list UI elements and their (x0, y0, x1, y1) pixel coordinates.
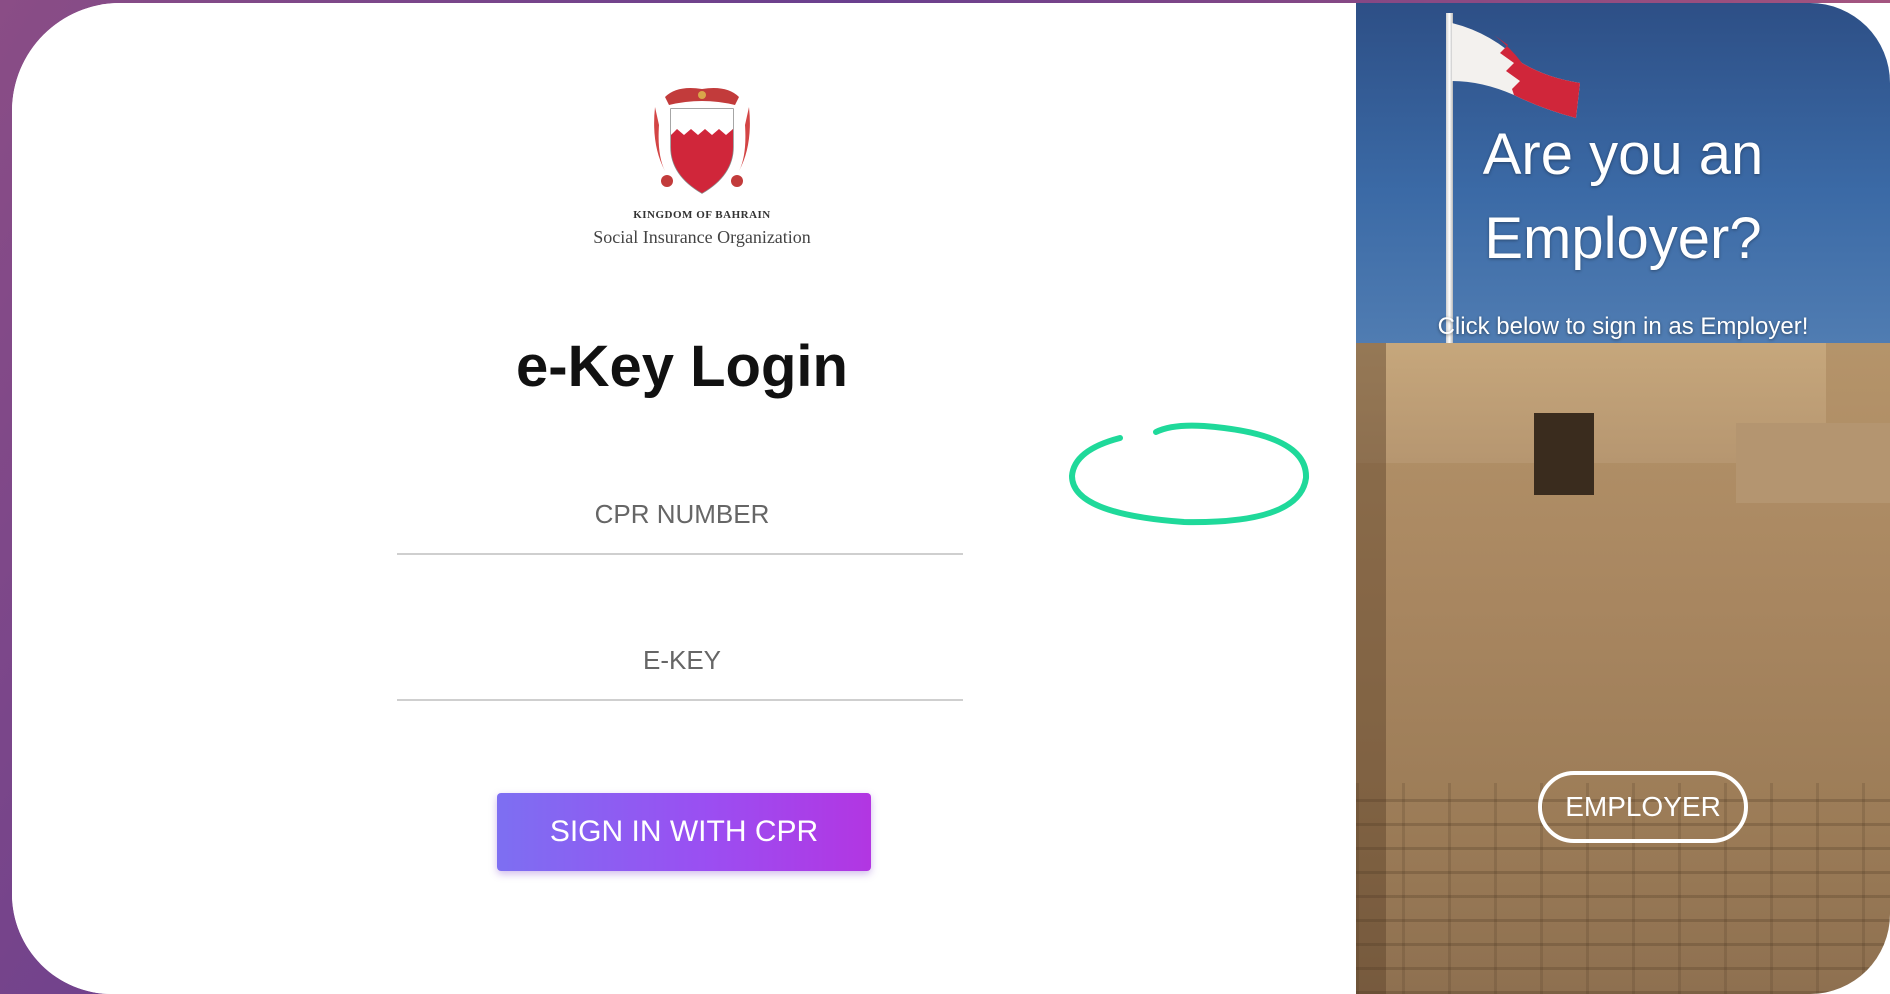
sio-logo: KINGDOM OF BAHRAIN Social Insurance Orga… (567, 85, 837, 255)
sign-in-with-cpr-button[interactable]: SIGN IN WITH CPR (497, 793, 871, 871)
logo-country-text: KINGDOM OF BAHRAIN (633, 209, 771, 221)
bahrain-emblem-icon (654, 88, 750, 194)
employer-subtitle: Click below to sign in as Employer! (1437, 313, 1809, 340)
page-title: e-Key Login (516, 334, 848, 399)
ekey-field (397, 629, 967, 701)
employer-sign-in-button[interactable]: EMPLOYER (1538, 771, 1748, 843)
employer-panel: Are you an Employer? Click below to sign… (1356, 3, 1890, 994)
fort-window (1534, 413, 1594, 495)
login-panel: KINGDOM OF BAHRAIN Social Insurance Orga… (12, 3, 1356, 994)
employer-question-line2: Employer? (1484, 206, 1762, 271)
cpr-field (397, 483, 967, 555)
bahrain-flag-icon (1452, 23, 1580, 118)
fort-tower-ledge (1736, 423, 1890, 503)
login-card: KINGDOM OF BAHRAIN Social Insurance Orga… (12, 3, 1890, 994)
logo-organization-text: Social Insurance Organization (593, 227, 811, 247)
annotation-circle-icon (1068, 422, 1310, 526)
ekey-input[interactable] (397, 629, 967, 691)
employer-question-line1: Are you an (1482, 122, 1764, 187)
cpr-number-input[interactable] (397, 483, 967, 545)
